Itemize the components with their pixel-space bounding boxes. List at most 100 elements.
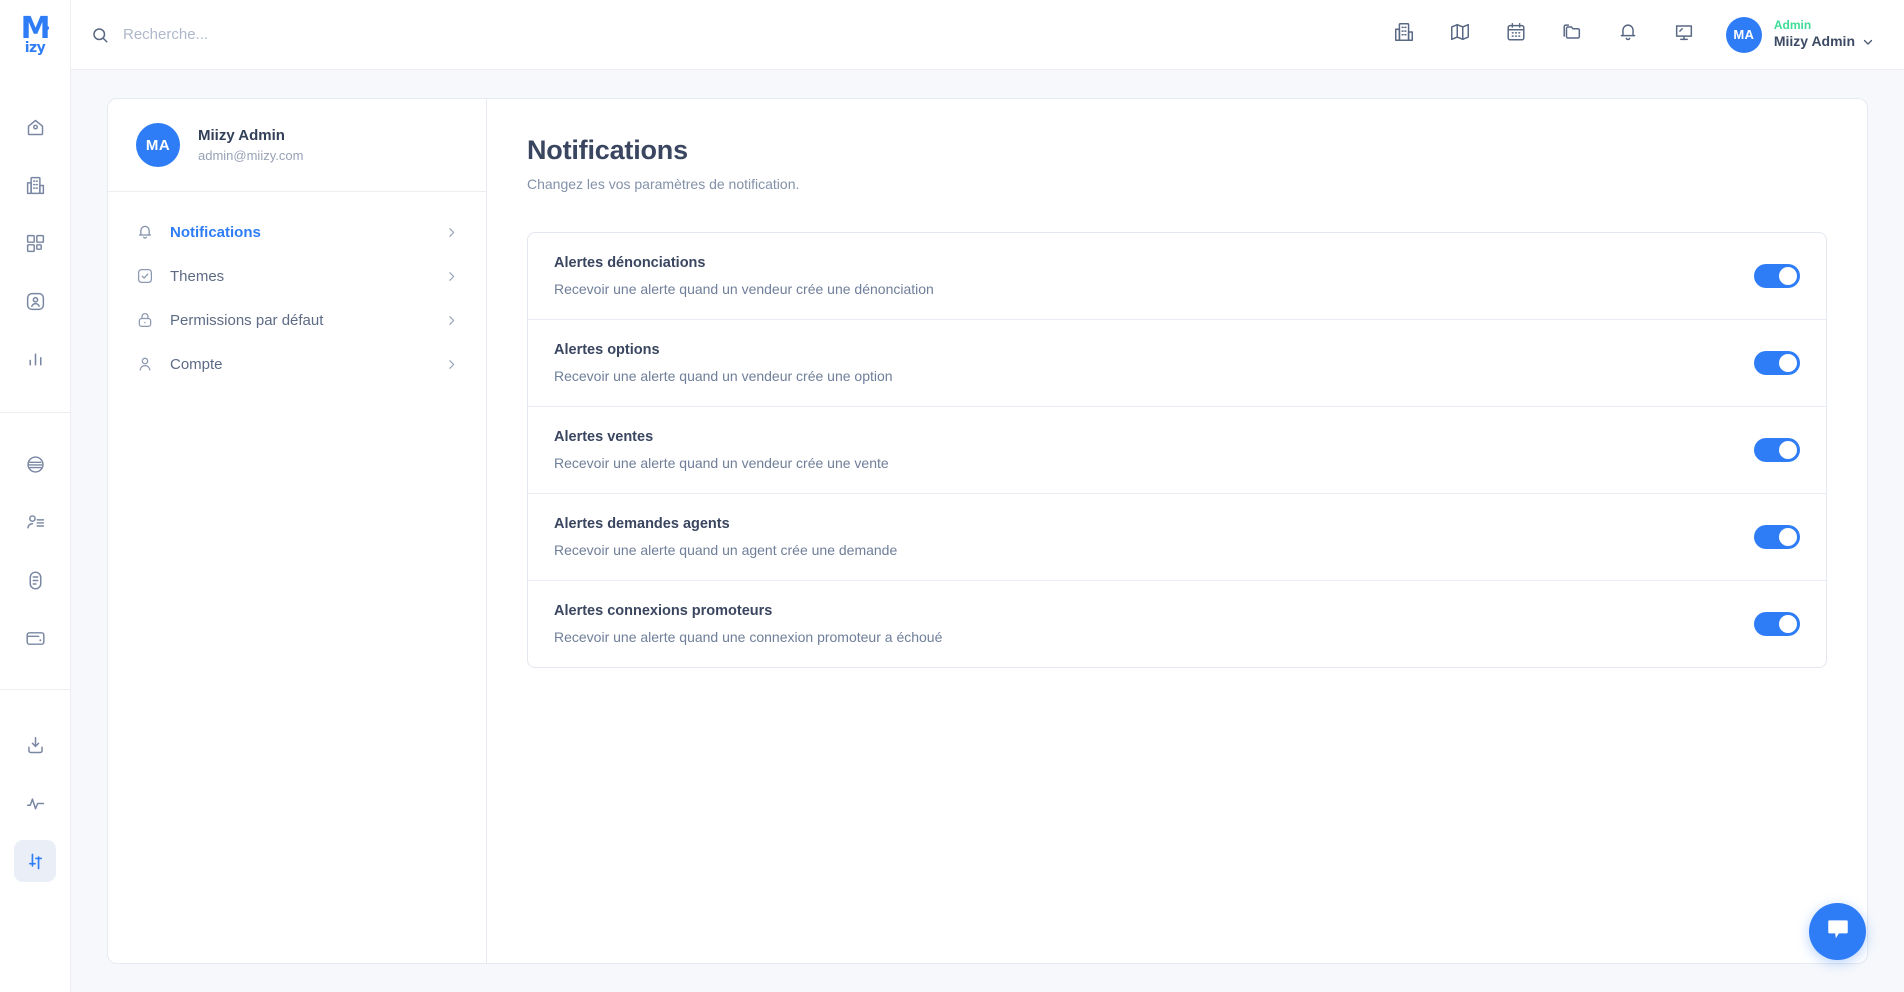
notifications-panel: Notifications Changez les vos paramètres…	[487, 98, 1868, 964]
notification-description: Recevoir une alerte quand une connexion …	[554, 629, 943, 645]
search-bar[interactable]	[91, 26, 1376, 44]
sidebar-item-label: Notifications	[170, 223, 261, 241]
content-area: MA Miizy Admin admin@miizy.com Notificat…	[71, 70, 1904, 992]
topbar-display-button[interactable]	[1656, 11, 1712, 59]
rail-item-contacts[interactable]	[14, 280, 56, 322]
user-name: Miizy Admin	[1773, 33, 1855, 50]
notification-title: Alertes dénonciations	[554, 255, 706, 271]
rail-item-agents[interactable]	[14, 501, 56, 543]
main-column: MA Admin Miizy Admin	[71, 0, 1904, 992]
chat-bubble-button[interactable]	[1809, 903, 1866, 960]
app-logo[interactable]: M izy	[0, 0, 70, 70]
sliders-icon	[25, 851, 46, 872]
rail-item-settings[interactable]	[14, 840, 56, 882]
chevron-down-icon	[1862, 36, 1874, 48]
logo-dot	[45, 26, 49, 30]
notification-title: Alertes options	[554, 342, 660, 358]
logo-subtext: izy	[24, 39, 46, 56]
toggle-alertes-connexions-promoteurs[interactable]	[1754, 612, 1800, 636]
table-row: Alertes dénonciations Recevoir une alert…	[528, 233, 1826, 320]
circle-lines-icon	[25, 454, 46, 475]
side-user-name: Miizy Admin	[198, 127, 285, 144]
sidebar-item-label: Permissions par défaut	[170, 311, 324, 329]
rail-item-payments[interactable]	[14, 617, 56, 659]
sidebar-item-notifications[interactable]: Notifications	[108, 210, 486, 254]
rail-item-buildings[interactable]	[14, 164, 56, 206]
user-icon	[136, 355, 154, 373]
chevron-right-icon	[445, 314, 458, 327]
sidebar-item-themes[interactable]: Themes	[108, 254, 486, 298]
rail-divider-2	[0, 689, 70, 690]
rail-item-statistics[interactable]	[14, 338, 56, 380]
rail-item-exports[interactable]	[14, 724, 56, 766]
notification-title: Alertes demandes agents	[554, 516, 730, 532]
side-user-email: admin@miizy.com	[198, 148, 304, 163]
check-square-icon	[136, 267, 154, 285]
topbar-calendar-button[interactable]	[1488, 11, 1544, 59]
user-list-icon	[25, 512, 46, 533]
map-icon	[1449, 21, 1471, 48]
table-row: Alertes options Recevoir une alerte quan…	[528, 320, 1826, 407]
rail-group-primary	[0, 98, 70, 388]
toggle-alertes-demandes-agents[interactable]	[1754, 525, 1800, 549]
app-root: M izy Recherche... MA Admin Miizy Admin …	[0, 0, 1904, 992]
document-icon	[25, 570, 46, 591]
settings-side-card: MA Miizy Admin admin@miizy.com Notificat…	[107, 98, 487, 964]
notification-description: Recevoir une alerte quand un vendeur cré…	[554, 368, 893, 384]
folders-icon	[1561, 21, 1583, 48]
toggle-knob	[1779, 267, 1797, 285]
chevron-right-icon	[445, 358, 458, 371]
chevron-right-icon	[445, 270, 458, 283]
notification-description: Recevoir une alerte quand un vendeur cré…	[554, 281, 934, 297]
lock-icon	[136, 311, 154, 329]
chat-icon	[1825, 916, 1851, 947]
side-card-user: MA Miizy Admin admin@miizy.com	[108, 99, 486, 192]
topbar-notifications-button[interactable]	[1600, 11, 1656, 59]
download-icon	[25, 735, 46, 756]
rail-item-flux[interactable]	[14, 443, 56, 485]
user-square-icon	[25, 291, 46, 312]
notification-title: Alertes ventes	[554, 429, 654, 445]
sidebar-item-account[interactable]: Compte	[108, 342, 486, 386]
building-icon	[25, 175, 46, 196]
left-icon-rail: M izy	[0, 0, 71, 992]
toggle-knob	[1779, 354, 1797, 372]
topbar-building-button[interactable]	[1376, 11, 1432, 59]
toggle-knob	[1779, 441, 1797, 459]
search-input[interactable]	[123, 26, 543, 43]
user-role: Admin	[1773, 18, 1812, 33]
sidebar-item-label: Themes	[170, 267, 225, 285]
toggle-knob	[1779, 528, 1797, 546]
topbar-folders-button[interactable]	[1544, 11, 1600, 59]
toggle-alertes-ventes[interactable]	[1754, 438, 1800, 462]
notification-description: Recevoir une alerte quand un vendeur cré…	[554, 455, 889, 471]
toggle-alertes-denonciations[interactable]	[1754, 264, 1800, 288]
table-row: Alertes connexions promoteurs Recevoir u…	[528, 581, 1826, 667]
sidebar-item-default-permissions[interactable]: Permissions par défaut	[108, 298, 486, 342]
page-title: Notifications	[527, 135, 688, 165]
notification-settings-card: Alertes dénonciations Recevoir une alert…	[527, 232, 1827, 668]
rail-item-documents[interactable]	[14, 559, 56, 601]
topbar-map-button[interactable]	[1432, 11, 1488, 59]
toggle-alertes-options[interactable]	[1754, 351, 1800, 375]
top-bar-actions: MA Admin Miizy Admin	[1376, 11, 1874, 59]
avatar: MA	[1725, 16, 1762, 53]
grid-icon	[25, 233, 46, 254]
avatar: MA	[136, 123, 180, 167]
search-icon	[91, 26, 109, 44]
building-icon	[1393, 21, 1415, 48]
notification-description: Recevoir une alerte quand un agent crée …	[554, 542, 898, 558]
rail-item-activity[interactable]	[14, 782, 56, 824]
chevron-right-icon	[445, 226, 458, 239]
bar-chart-icon	[25, 349, 46, 370]
rail-group-tertiary	[0, 716, 70, 890]
rail-group-secondary	[0, 435, 70, 667]
rail-item-modules[interactable]	[14, 222, 56, 264]
page-subtitle: Changez les vos paramètres de notificati…	[527, 176, 800, 192]
table-row: Alertes demandes agents Recevoir une ale…	[528, 494, 1826, 581]
rail-item-home[interactable]	[14, 106, 56, 148]
user-menu[interactable]: MA Admin Miizy Admin	[1725, 16, 1874, 53]
bell-icon	[1617, 21, 1639, 48]
activity-icon	[25, 793, 46, 814]
home-icon	[25, 117, 46, 138]
